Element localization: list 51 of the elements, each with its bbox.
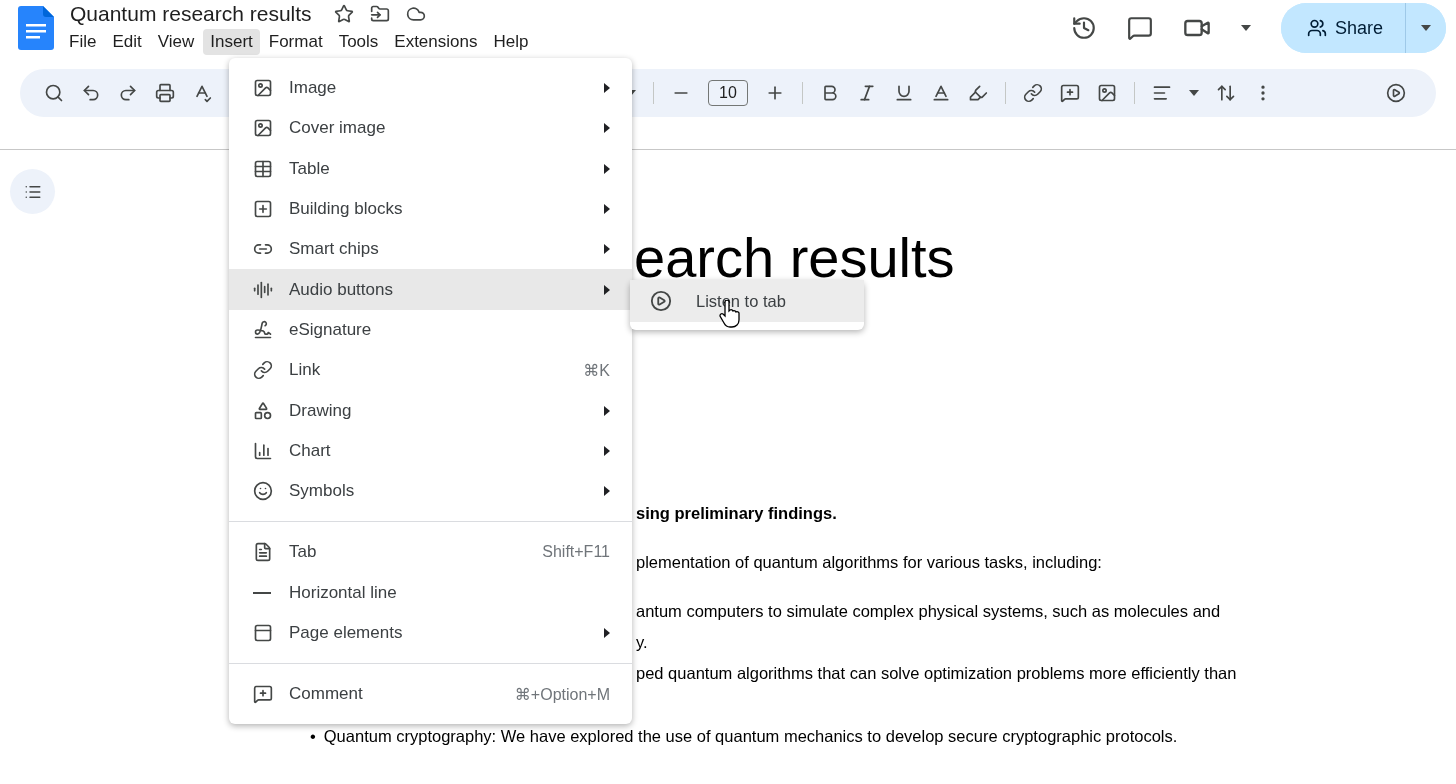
menu-item[interactable]: Horizontal line — [229, 572, 632, 613]
menu-item[interactable]: eSignature — [229, 309, 632, 351]
menu-item[interactable]: Tab Shift+F11 — [229, 532, 632, 573]
menu-item-label: Comment — [289, 684, 364, 705]
menu-item-label: Horizontal line — [289, 582, 398, 603]
menu-bar-item[interactable]: Format — [261, 29, 330, 55]
shortcut-text: Shift+F11 — [542, 543, 610, 562]
menu-bar-item[interactable]: Edit — [105, 29, 149, 55]
menu-item-label: Tab — [289, 542, 318, 563]
document-text: antum computers to simulate complex physical systems, such as molecules and — [636, 601, 1221, 622]
menu-item[interactable]: Table — [229, 148, 632, 189]
menu-item[interactable]: Cover image — [229, 108, 632, 149]
menu-item-label: Image — [289, 78, 338, 99]
document-text: plementation of quantum algorithms for various tasks, including: — [636, 552, 1102, 573]
menu-item-label: Cover image — [289, 118, 387, 139]
menu-item-label: Chart — [289, 440, 332, 461]
menu-item[interactable]: Image — [229, 68, 632, 109]
menu-item[interactable]: Building blocks — [229, 188, 632, 230]
share-button[interactable]: Share — [1280, 3, 1406, 53]
menu-item[interactable]: Symbols — [229, 470, 632, 512]
font-size-field[interactable]: 10 — [708, 80, 748, 106]
menu-item[interactable]: Drawing — [229, 390, 632, 431]
document-text: y. — [636, 632, 648, 653]
menu-item-label: eSignature — [289, 319, 373, 340]
menu-item-label: Link — [289, 360, 322, 381]
menu-item[interactable]: Smart chips — [229, 229, 632, 270]
menu-item-label: Audio buttons — [289, 279, 394, 300]
menu-item[interactable]: Comment ⌘+Option+M — [229, 674, 632, 715]
document-text: ped quantum algorithms that can solve optimization problems more efficiently than — [636, 663, 1237, 684]
menu-item-label: Smart chips — [289, 239, 380, 260]
bullet: • — [310, 726, 316, 747]
document-text: Quantum cryptography: We have explored the use of quantum mechanics to develop secure cryptographic protocols. — [323, 726, 1178, 747]
menu-item[interactable]: Audio buttons — [229, 269, 632, 310]
menu-item[interactable]: Chart — [229, 430, 632, 471]
menu-item-label: Table — [289, 158, 331, 179]
menu-item-label: Symbols — [289, 481, 356, 502]
menu-bar-item[interactable]: Insert — [203, 29, 260, 55]
document-text: sing preliminary findings. — [636, 503, 837, 524]
menu-bar-item[interactable]: View — [150, 29, 202, 55]
menu-item[interactable]: Link ⌘K — [229, 350, 632, 391]
menu-item[interactable]: Page elements — [229, 612, 632, 654]
menu-item-label: Drawing — [289, 400, 353, 421]
menu-bar-item[interactable]: Help — [486, 29, 536, 55]
shortcut-text: ⌘+Option+M — [514, 684, 610, 704]
menu-item-label: Building blocks — [289, 199, 404, 220]
menu-item-label: Page elements — [289, 623, 404, 643]
menu-bar-item[interactable]: Tools — [331, 29, 386, 55]
document-title[interactable]: Quantum research results — [70, 2, 312, 26]
shortcut-text: ⌘K — [583, 360, 610, 380]
menu-bar-item[interactable]: Extensions — [387, 29, 485, 55]
menu-bar-item[interactable]: File — [62, 29, 104, 55]
